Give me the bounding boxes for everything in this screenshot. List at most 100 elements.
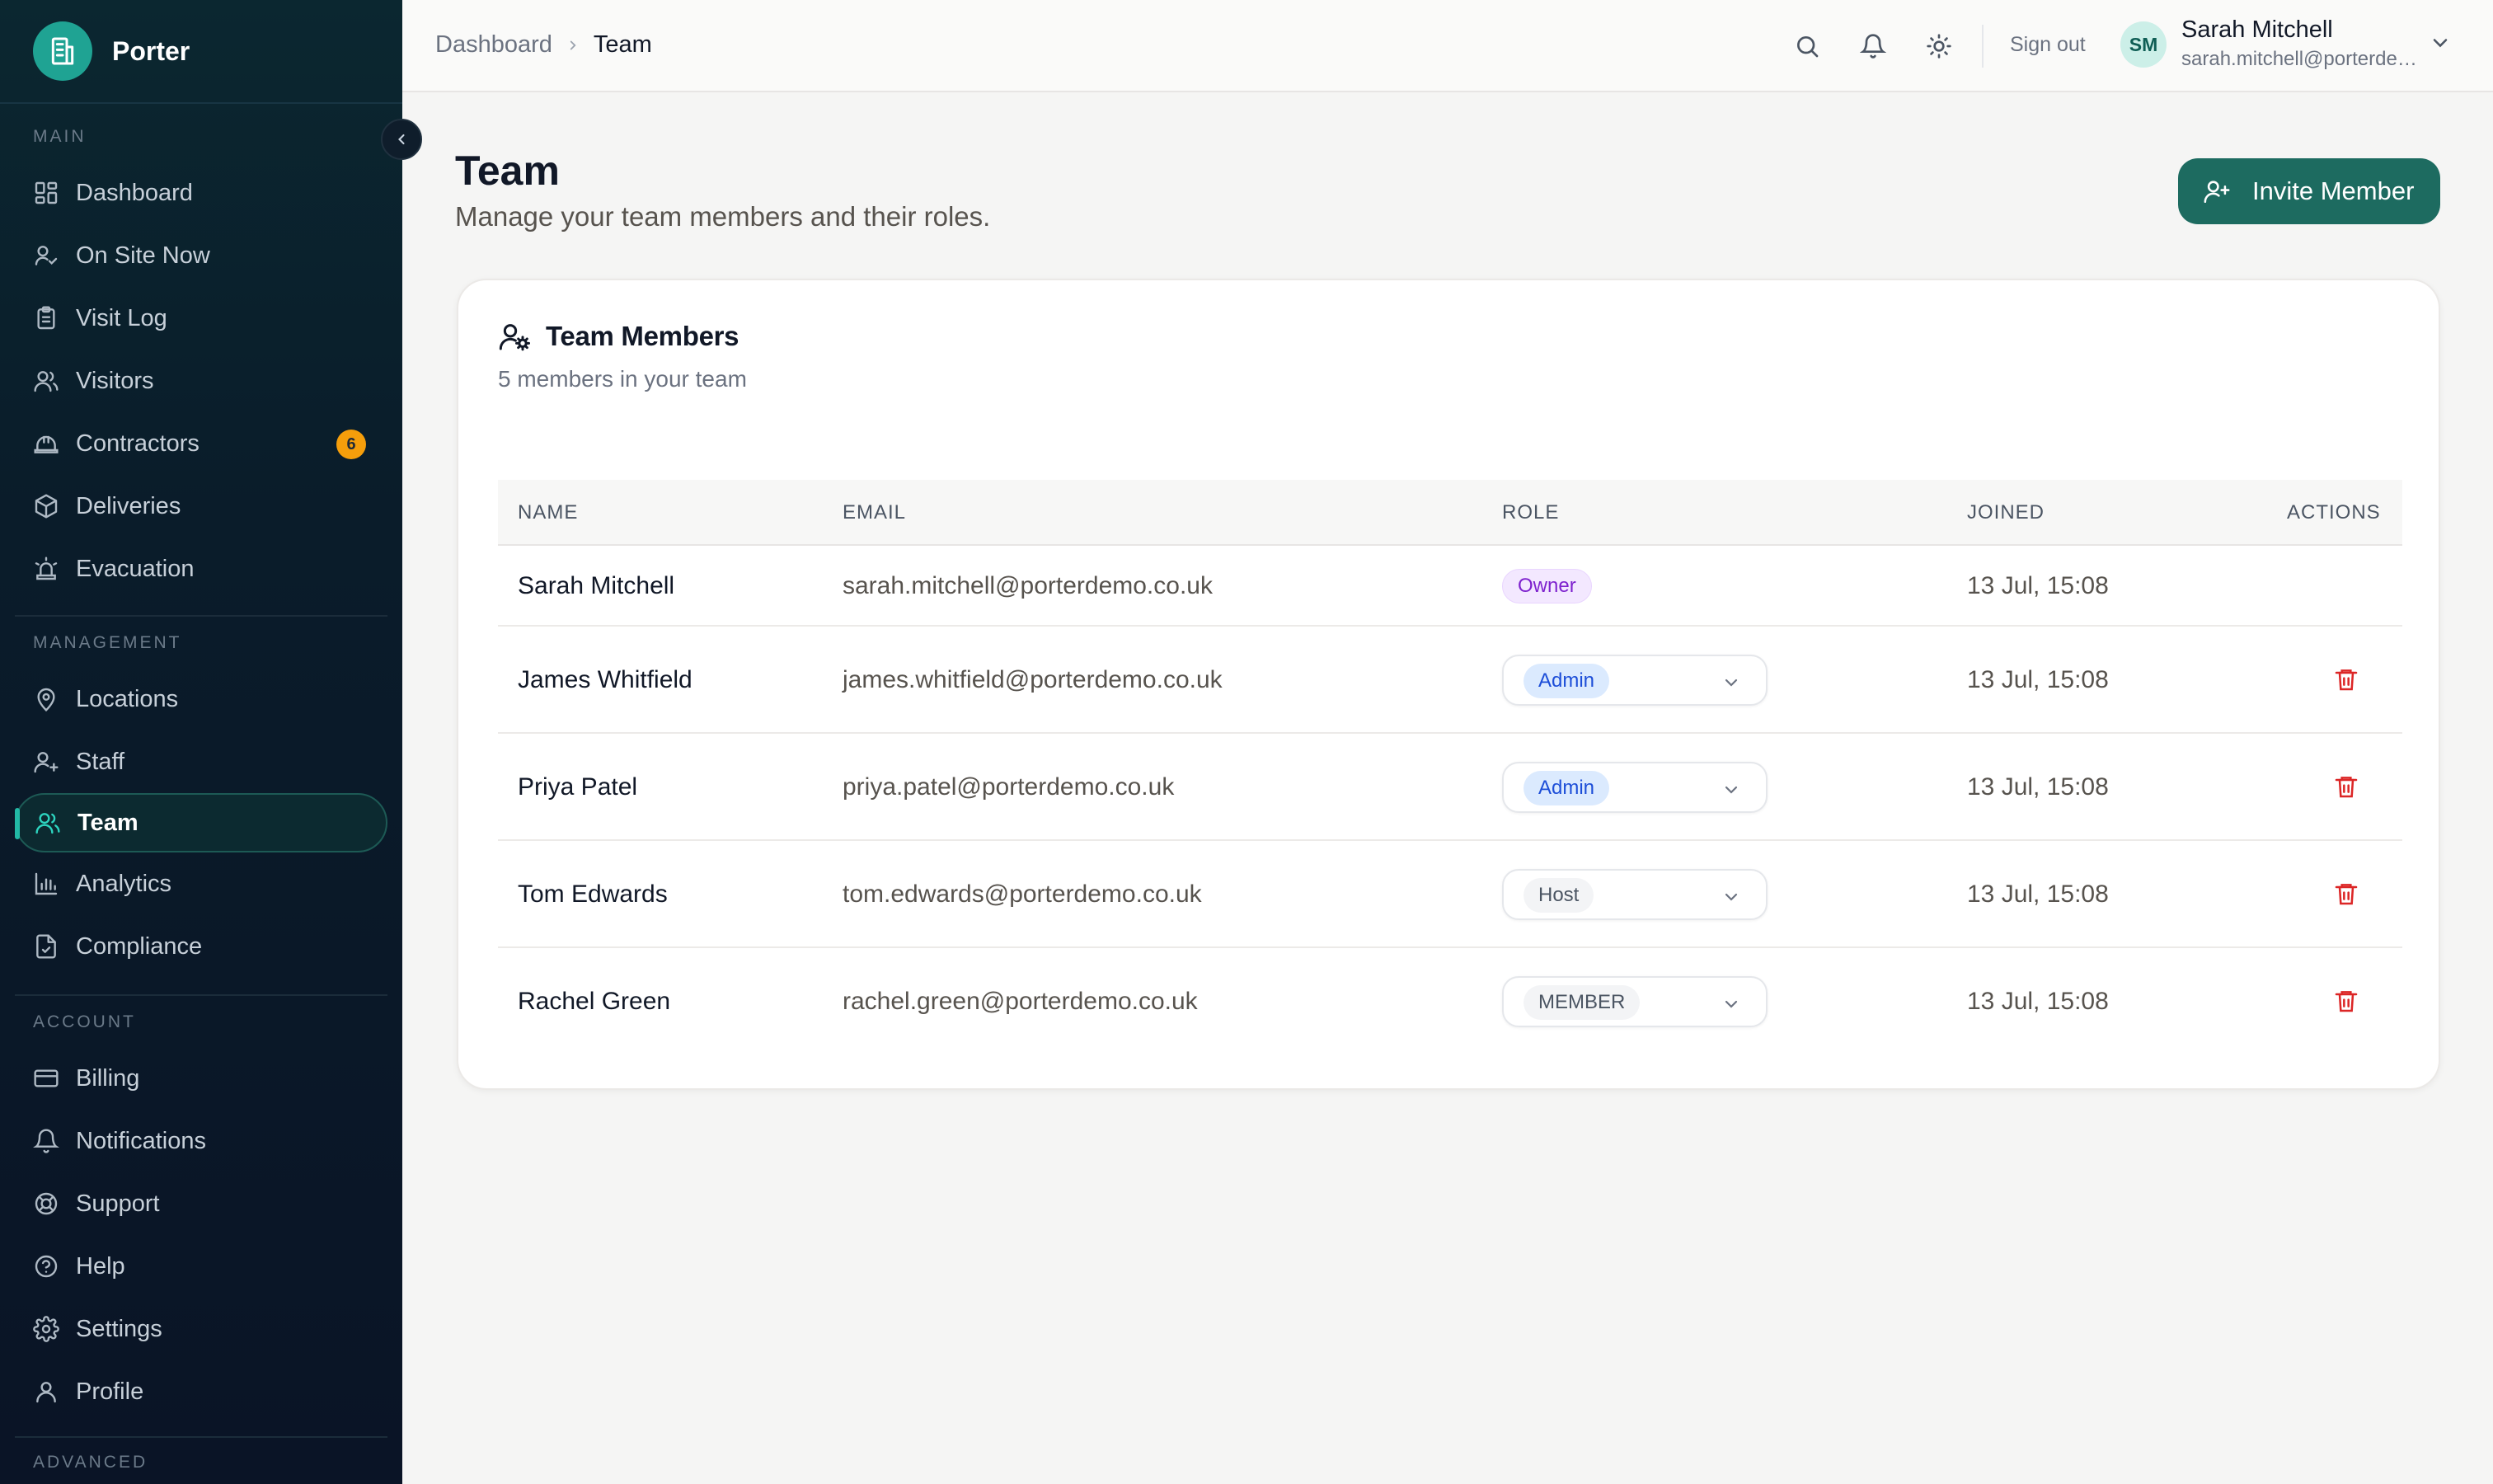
- sidebar-item-profile[interactable]: Profile: [0, 1360, 402, 1423]
- sidebar-item-label: Dashboard: [76, 179, 193, 206]
- joined-date: 13 Jul, 15:08: [1967, 572, 2109, 599]
- role-badge-member: MEMBER: [1524, 985, 1641, 1020]
- sidebar-item-settings[interactable]: Settings: [0, 1298, 402, 1360]
- joined-date: 13 Jul, 15:08: [1967, 988, 2109, 1015]
- sidebar-item-label: Profile: [76, 1378, 144, 1405]
- sidebar-item-label: Deliveries: [76, 492, 181, 519]
- trash-icon[interactable]: [2333, 988, 2359, 1014]
- column-header-role[interactable]: ROLE: [1502, 501, 1559, 524]
- trash-icon[interactable]: [2333, 773, 2359, 800]
- breadcrumb-current: Team: [593, 31, 652, 58]
- sidebar-item-evacuation[interactable]: Evacuation: [0, 538, 402, 600]
- joined-date: 13 Jul, 15:08: [1967, 773, 2109, 801]
- nav-section-account: ACCOUNT Billing Notifications Support He…: [0, 1004, 402, 1423]
- hard-hat-icon: [34, 435, 59, 453]
- section-divider: [15, 615, 387, 617]
- sidebar-item-label: Locations: [76, 685, 179, 712]
- sidebar: Porter MAIN Dashboard On Site Now Visit …: [0, 0, 422, 1484]
- top-bar: Dashboard Team Sign out SM Sarah Mitchel…: [402, 0, 2493, 92]
- role-badge-host: Host: [1524, 878, 1594, 913]
- chevron-down-icon: [1725, 893, 1738, 901]
- trash-icon[interactable]: [2333, 666, 2359, 693]
- sidebar-item-help[interactable]: Help: [0, 1235, 402, 1298]
- sidebar-item-team[interactable]: Team: [15, 793, 387, 852]
- sidebar-item-locations[interactable]: Locations: [0, 668, 402, 730]
- nav-section-advanced: ADVANCED: [0, 1444, 402, 1481]
- search-icon: [1797, 36, 1819, 58]
- card-subtitle: 5 members in your team: [498, 366, 747, 392]
- dashboard-icon: [35, 181, 58, 204]
- member-email: sarah.mitchell@porterdemo.co.uk: [843, 572, 1213, 599]
- chevron-down-icon: [1725, 1000, 1738, 1008]
- table-row: James Whitfield james.whitfield@porterde…: [498, 627, 2402, 734]
- building-icon: [33, 21, 92, 81]
- sidebar-item-visit-log[interactable]: Visit Log: [0, 287, 402, 350]
- table-row: Tom Edwards tom.edwards@porterdemo.co.uk…: [498, 841, 2402, 948]
- sidebar-item-contractors[interactable]: Contractors 6: [0, 412, 402, 475]
- user-check-icon: [35, 246, 58, 265]
- card-header: Team Members: [498, 320, 739, 353]
- user-plus-icon: [2204, 181, 2230, 204]
- role-select[interactable]: Admin: [1502, 655, 1768, 706]
- sidebar-item-compliance[interactable]: Compliance: [0, 915, 402, 978]
- sun-icon: [1927, 34, 1951, 59]
- table-header: NAME EMAIL ROLE JOINED ACTIONS: [498, 480, 2402, 546]
- invite-member-button[interactable]: Invite Member: [2178, 158, 2440, 224]
- section-label: MAIN: [33, 127, 87, 146]
- trash-icon[interactable]: [2333, 881, 2359, 907]
- column-header-joined[interactable]: JOINED: [1967, 501, 2045, 524]
- member-email: priya.patel@porterdemo.co.uk: [843, 773, 1175, 801]
- brand[interactable]: Porter: [0, 0, 402, 104]
- sidebar-item-analytics[interactable]: Analytics: [0, 852, 402, 915]
- sidebar-item-dashboard[interactable]: Dashboard: [0, 162, 402, 224]
- role-select[interactable]: MEMBER: [1502, 976, 1768, 1027]
- sign-out-link[interactable]: Sign out: [2010, 33, 2086, 57]
- table-row: Sarah Mitchell sarah.mitchell@porterdemo…: [498, 546, 2402, 627]
- member-name: Sarah Mitchell: [518, 572, 675, 599]
- sidebar-item-label: Visit Log: [76, 304, 167, 331]
- table-row: Rachel Green rachel.green@porterdemo.co.…: [498, 948, 2402, 1055]
- sidebar-item-support[interactable]: Support: [0, 1172, 402, 1235]
- section-label: MANAGEMENT: [33, 633, 182, 652]
- chevron-down-icon: [1725, 786, 1738, 794]
- breadcrumb-separator-icon: [566, 38, 580, 53]
- role-select[interactable]: Admin: [1502, 762, 1768, 813]
- bell-icon: [33, 1129, 59, 1153]
- sidebar-item-deliveries[interactable]: Deliveries: [0, 475, 402, 538]
- user-icon: [36, 1382, 56, 1403]
- chevron-down-icon[interactable]: [2429, 31, 2452, 54]
- header-divider: [1982, 25, 1984, 68]
- credit-card-icon: [34, 1069, 59, 1087]
- column-header-email[interactable]: EMAIL: [843, 501, 906, 524]
- search-button[interactable]: [1791, 30, 1824, 63]
- sidebar-item-label: Contractors: [76, 430, 200, 457]
- sidebar-item-label: Settings: [76, 1315, 162, 1342]
- user-name[interactable]: Sarah Mitchell: [2181, 16, 2333, 44]
- joined-date: 13 Jul, 15:08: [1967, 666, 2109, 693]
- notifications-button[interactable]: [1857, 30, 1890, 63]
- bell-icon: [1860, 34, 1886, 59]
- role-badge-admin: Admin: [1524, 664, 1610, 698]
- member-name: Tom Edwards: [518, 881, 668, 908]
- sidebar-item-label: Staff: [76, 748, 125, 775]
- nav-section-management: MANAGEMENT Locations Staff Team Analytic…: [0, 625, 402, 978]
- lifebuoy-icon: [35, 1192, 58, 1215]
- avatar[interactable]: SM: [2120, 21, 2167, 68]
- sidebar-item-notifications[interactable]: Notifications: [0, 1110, 402, 1172]
- sidebar-item-staff[interactable]: Staff: [0, 730, 402, 793]
- sidebar-item-label: Help: [76, 1252, 125, 1280]
- sidebar-item-label: Evacuation: [76, 555, 195, 582]
- section-label: ACCOUNT: [33, 1012, 136, 1031]
- column-header-name[interactable]: NAME: [518, 501, 578, 524]
- page-subtitle: Manage your team members and their roles…: [455, 201, 991, 232]
- theme-toggle-button[interactable]: [1923, 30, 1955, 63]
- sidebar-item-billing[interactable]: Billing: [0, 1047, 402, 1110]
- breadcrumb-dashboard-link[interactable]: Dashboard: [435, 31, 552, 59]
- sidebar-item-visitors[interactable]: Visitors: [0, 350, 402, 412]
- role-select[interactable]: Host: [1502, 869, 1768, 920]
- section-divider: [15, 994, 387, 996]
- brand-name: Porter: [112, 35, 190, 66]
- member-name: Rachel Green: [518, 988, 671, 1015]
- contractors-count-badge: 6: [336, 430, 366, 459]
- sidebar-item-on-site-now[interactable]: On Site Now: [0, 224, 402, 287]
